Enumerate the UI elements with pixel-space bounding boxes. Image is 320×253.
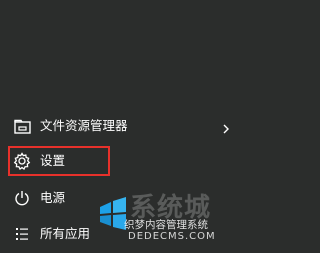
menu-item-file-explorer[interactable]: 文件资源管理器 <box>0 111 245 141</box>
menu-item-label: 所有应用 <box>40 226 91 241</box>
list-icon <box>13 225 31 243</box>
folder-icon <box>13 117 31 135</box>
chevron-right-icon[interactable] <box>221 120 231 134</box>
settings-highlight-box <box>8 146 110 176</box>
watermark: 系统城 织梦内容管理系统 DEDECMS.COM <box>92 185 245 253</box>
power-icon <box>13 189 31 207</box>
menu-item-label: 文件资源管理器 <box>40 118 128 133</box>
watermark-subtitle: 织梦内容管理系统 <box>124 219 208 231</box>
watermark-url: DEDECMS.COM <box>128 231 216 242</box>
menu-item-label: 电源 <box>40 190 66 205</box>
